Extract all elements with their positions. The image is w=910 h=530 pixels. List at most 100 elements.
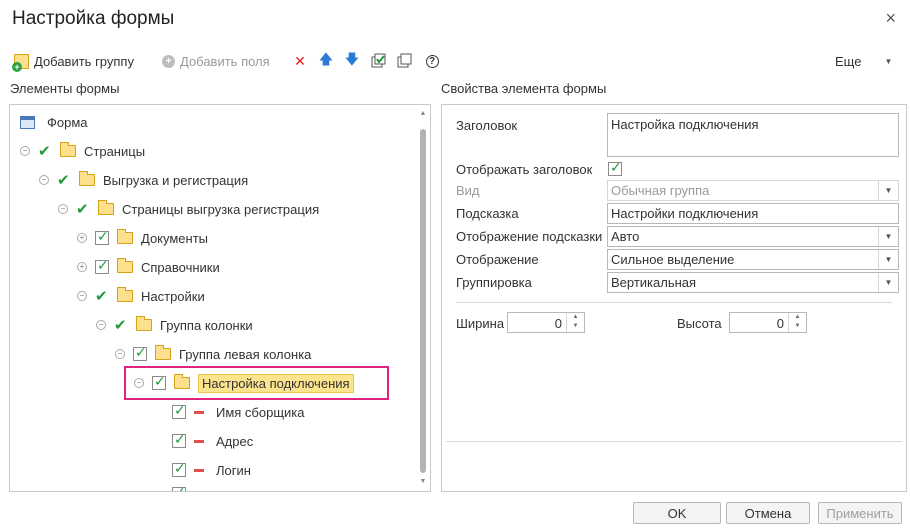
height-value: 0 bbox=[776, 316, 784, 331]
check-all-icon[interactable] bbox=[370, 52, 388, 70]
folder-icon bbox=[117, 229, 133, 244]
tree-item-label: Выгрузка и регистрация bbox=[103, 172, 249, 188]
spinner-arrows-icon[interactable]: ▲ ▼ bbox=[566, 313, 584, 332]
checkbox[interactable] bbox=[172, 431, 186, 448]
tree-item-label: Логин bbox=[216, 462, 251, 478]
tree-item-label: Страницы выгрузка регистрация bbox=[122, 201, 320, 217]
tree-item-label: Форма bbox=[47, 114, 88, 130]
collapse-icon[interactable]: − bbox=[77, 291, 87, 301]
expand-icon[interactable]: + bbox=[77, 233, 87, 243]
folder-icon bbox=[79, 171, 95, 186]
hint-display-value: Авто bbox=[611, 229, 640, 244]
tree-item-label: Группа колонки bbox=[160, 317, 253, 333]
folder-icon bbox=[117, 258, 133, 273]
check-icon[interactable]: ✔ bbox=[57, 171, 71, 189]
tree-item-documents[interactable]: + Документы bbox=[77, 227, 208, 249]
properties-panel: Заголовок Настройка подключения Отобража… bbox=[441, 104, 907, 492]
tree-item-label: Справочники bbox=[141, 259, 220, 275]
selection-highlight-frame bbox=[124, 366, 389, 400]
scroll-thumb[interactable] bbox=[420, 129, 426, 473]
tree-item-export-registration[interactable]: − ✔ Выгрузка и регистрация bbox=[39, 169, 248, 191]
height-spinner[interactable]: 0 ▲ ▼ bbox=[729, 312, 807, 333]
collapse-icon[interactable]: − bbox=[20, 146, 30, 156]
spinner-arrows-icon[interactable]: ▲ ▼ bbox=[788, 313, 806, 332]
tree-item-collector-name[interactable]: Имя сборщика bbox=[172, 401, 305, 423]
checkbox[interactable] bbox=[172, 402, 186, 419]
hint-label: Подсказка bbox=[456, 206, 519, 221]
chevron-down-icon[interactable]: ▼ bbox=[878, 250, 898, 269]
folder-icon bbox=[117, 287, 133, 302]
field-icon bbox=[194, 410, 204, 414]
checkbox bbox=[172, 487, 186, 491]
toolbar: + Добавить группу + Добавить поля ✕ 🡅 🡇 … bbox=[12, 50, 898, 72]
move-down-icon[interactable]: 🡇 bbox=[343, 51, 361, 70]
hint-display-select[interactable]: Авто ▼ bbox=[607, 226, 899, 247]
collapse-icon[interactable]: − bbox=[115, 349, 125, 359]
tree-item-column-group[interactable]: − ✔ Группа колонки bbox=[96, 314, 253, 336]
checkbox[interactable] bbox=[172, 460, 186, 477]
tree-scrollbar[interactable]: ▲ ▼ bbox=[416, 105, 430, 491]
folder-icon bbox=[60, 142, 76, 157]
chevron-down-icon[interactable]: ▼ bbox=[878, 227, 898, 246]
chevron-down-icon[interactable]: ▼ bbox=[878, 273, 898, 292]
check-icon[interactable]: ✔ bbox=[38, 142, 52, 160]
ok-button[interactable]: OK bbox=[633, 502, 721, 524]
collapse-icon[interactable]: − bbox=[39, 175, 49, 185]
header-label: Заголовок bbox=[456, 118, 518, 133]
collapse-icon[interactable]: − bbox=[58, 204, 68, 214]
width-spinner[interactable]: 0 ▲ ▼ bbox=[507, 312, 585, 333]
hint-input[interactable]: Настройки подключения bbox=[607, 203, 899, 224]
tree-item-address[interactable]: Адрес bbox=[172, 430, 253, 452]
field-icon bbox=[194, 468, 204, 472]
header-input[interactable]: Настройка подключения bbox=[607, 113, 899, 157]
add-fields-label: Добавить поля bbox=[180, 53, 270, 69]
kind-value: Обычная группа bbox=[611, 183, 710, 198]
tree-item-settings[interactable]: − ✔ Настройки bbox=[77, 285, 205, 307]
grouping-label: Группировка bbox=[456, 275, 532, 290]
grouping-select[interactable]: Вертикальная ▼ bbox=[607, 272, 899, 293]
tree-item-login[interactable]: Логин bbox=[172, 459, 251, 481]
kind-label: Вид bbox=[456, 183, 480, 198]
check-icon[interactable]: ✔ bbox=[95, 287, 109, 305]
divider bbox=[446, 441, 902, 442]
apply-button[interactable]: Применить bbox=[818, 502, 902, 524]
scroll-down-icon[interactable]: ▼ bbox=[418, 477, 428, 487]
add-group-label: Добавить группу bbox=[34, 53, 134, 69]
tree-item-export-pages[interactable]: − ✔ Страницы выгрузка регистрация bbox=[58, 198, 319, 220]
checkbox[interactable] bbox=[133, 344, 147, 361]
checkbox[interactable] bbox=[95, 257, 109, 274]
add-group-button[interactable]: + Добавить группу bbox=[12, 50, 134, 72]
form-icon bbox=[20, 115, 35, 129]
folder-icon bbox=[98, 200, 114, 215]
tree-item-label: Настройки bbox=[141, 288, 205, 304]
scroll-up-icon[interactable]: ▲ bbox=[418, 109, 428, 119]
check-icon[interactable]: ✔ bbox=[114, 316, 128, 334]
tree-item-form[interactable]: Форма bbox=[20, 111, 88, 133]
delete-icon[interactable]: ✕ bbox=[291, 52, 309, 70]
check-icon[interactable]: ✔ bbox=[76, 200, 90, 218]
cancel-button[interactable]: Отмена bbox=[726, 502, 810, 524]
add-fields-button[interactable]: + Добавить поля bbox=[162, 50, 270, 72]
chevron-down-icon: ▼ bbox=[878, 181, 898, 200]
move-up-icon[interactable]: 🡅 bbox=[317, 51, 335, 70]
add-group-icon: + bbox=[12, 53, 29, 72]
tree-item-pages[interactable]: − ✔ Страницы bbox=[20, 140, 145, 162]
more-button[interactable]: Еще ▼ bbox=[835, 50, 892, 72]
checkbox[interactable] bbox=[95, 228, 109, 245]
expand-icon[interactable]: + bbox=[77, 262, 87, 272]
width-value: 0 bbox=[554, 316, 562, 331]
hint-value: Настройки подключения bbox=[611, 206, 759, 221]
window-title: Настройка формы bbox=[12, 8, 175, 29]
close-icon[interactable]: × bbox=[885, 8, 896, 29]
display-select[interactable]: Сильное выделение ▼ bbox=[607, 249, 899, 270]
tree-item-left-column-group[interactable]: − Группа левая колонка bbox=[115, 343, 311, 365]
collapse-icon[interactable]: − bbox=[96, 320, 106, 330]
tree-item-catalogs[interactable]: + Справочники bbox=[77, 256, 220, 278]
show-header-checkbox[interactable] bbox=[608, 159, 622, 176]
tree-item-label: Имя сборщика bbox=[216, 404, 305, 420]
chevron-down-icon: ▼ bbox=[884, 56, 893, 66]
tree-item-label: Документы bbox=[141, 230, 209, 246]
form-elements-tree[interactable]: Форма − ✔ Страницы − ✔ Выгрузка и регист… bbox=[9, 104, 431, 492]
uncheck-all-icon[interactable] bbox=[396, 52, 414, 70]
help-icon[interactable]: ? bbox=[423, 52, 441, 70]
